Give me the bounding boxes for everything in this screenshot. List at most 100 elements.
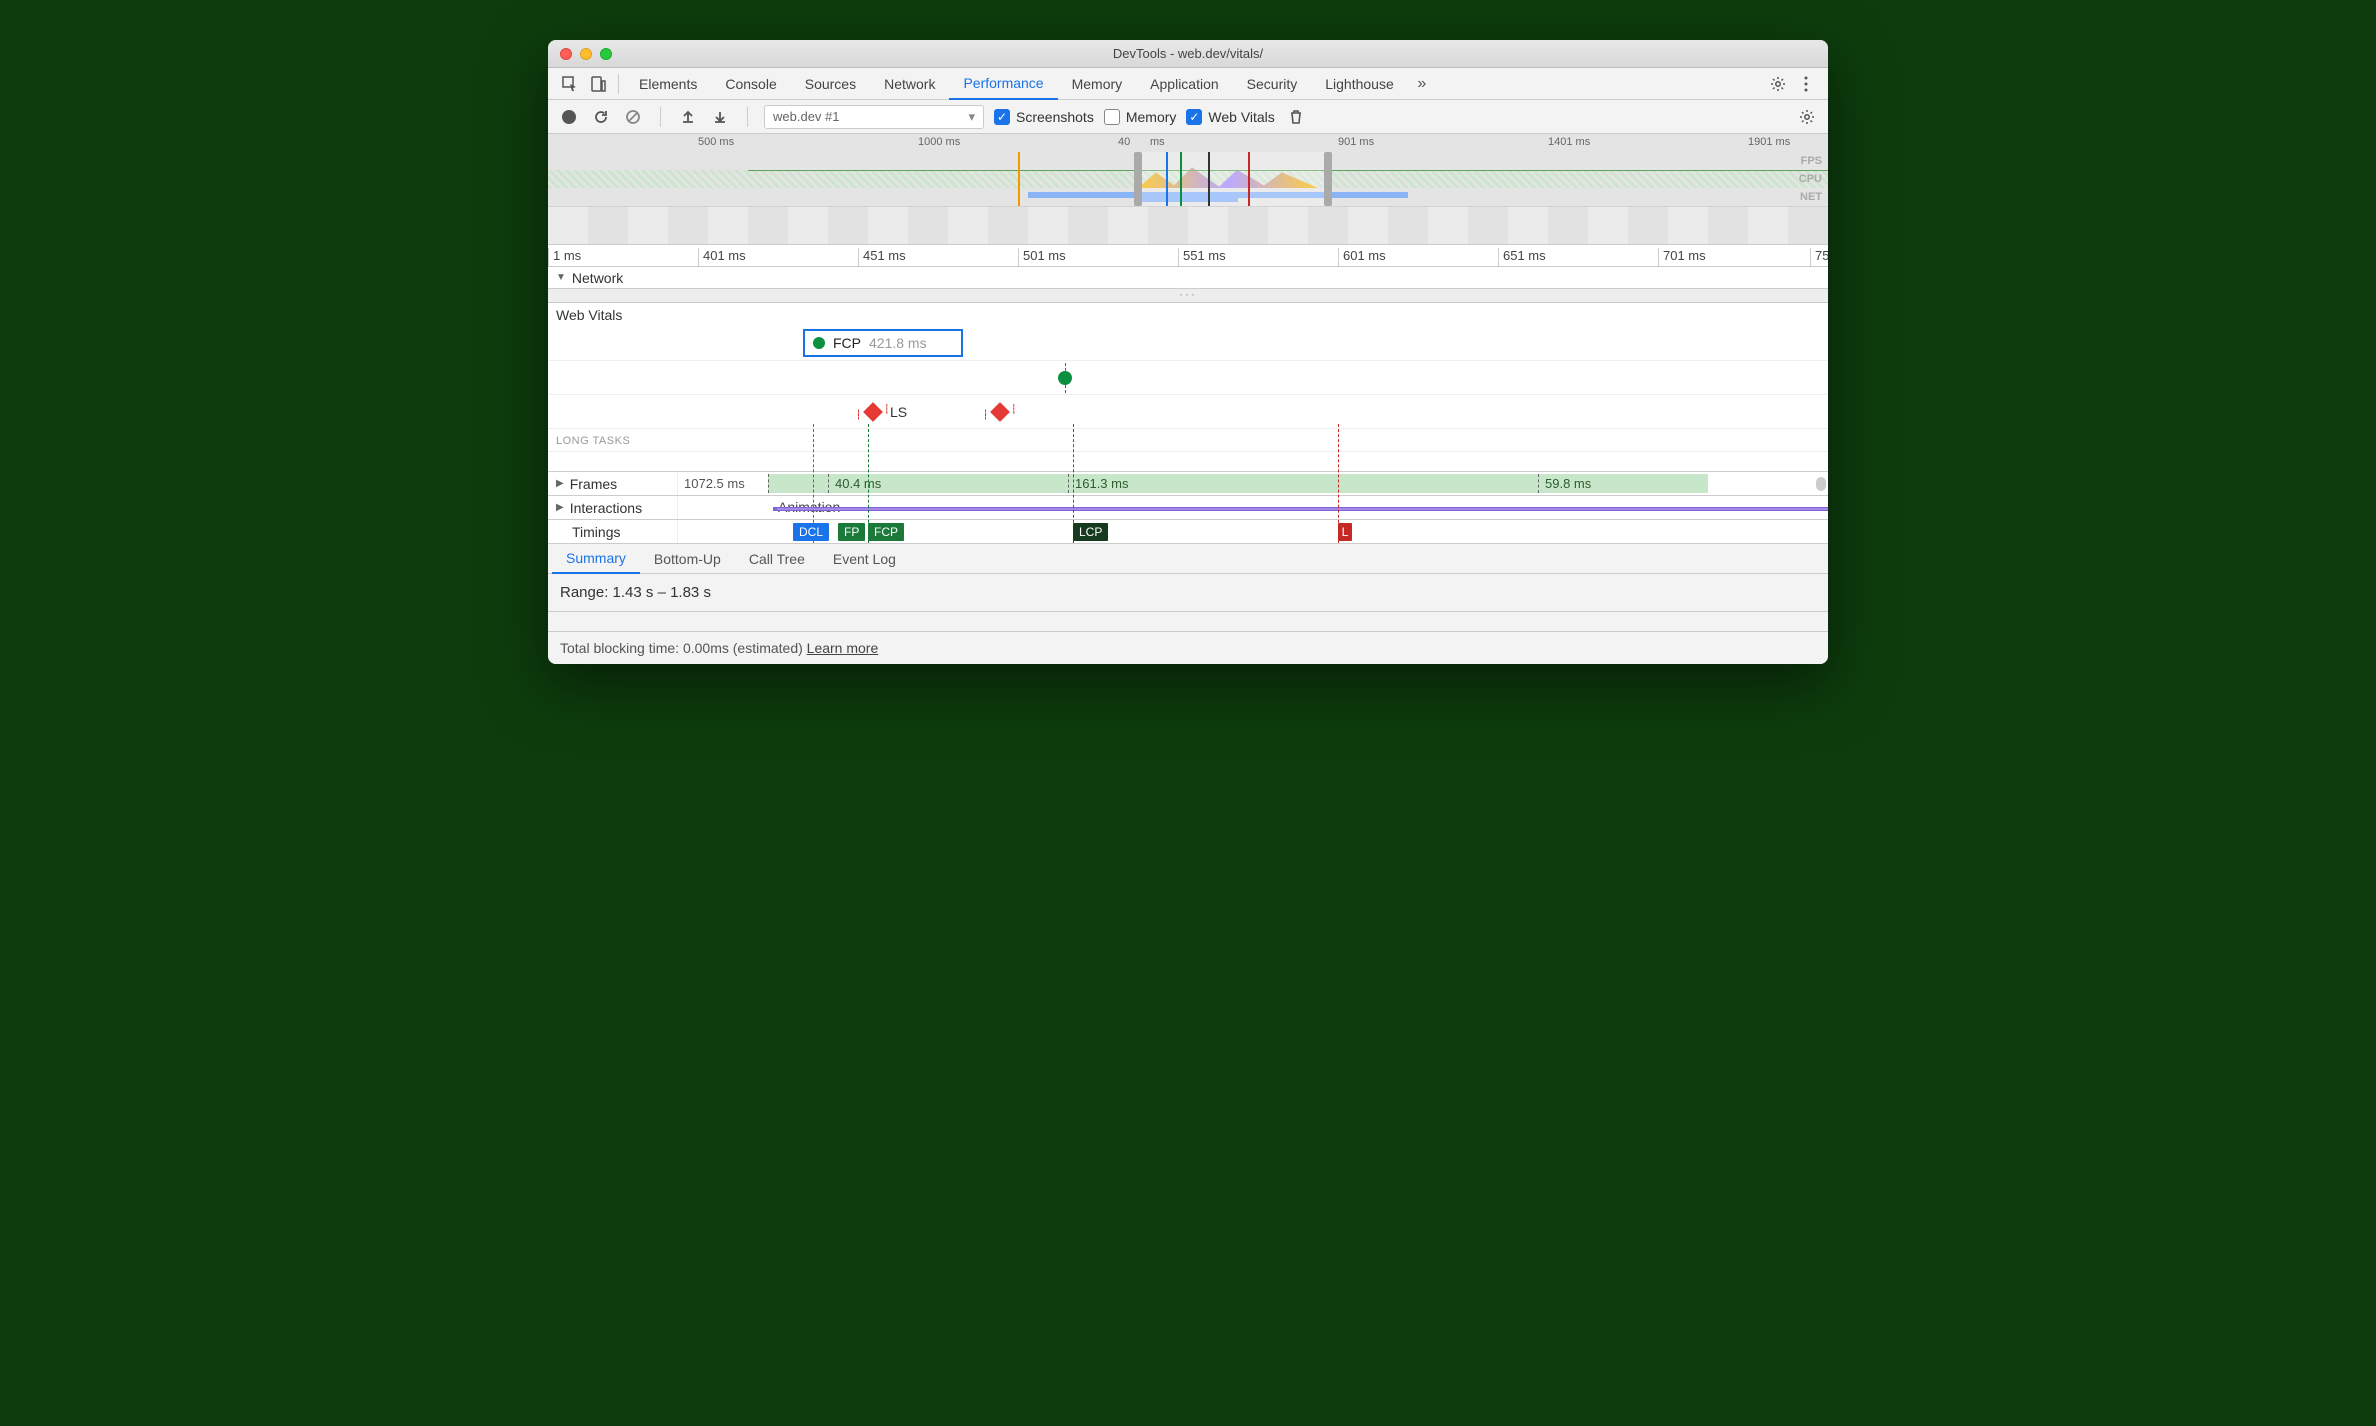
tab-summary[interactable]: Summary [552,544,640,574]
tab-application[interactable]: Application [1136,68,1233,100]
overview-tick: 1000 ms [918,136,960,148]
tab-bottom-up[interactable]: Bottom-Up [640,544,735,574]
fcp-time: 421.8 ms [869,335,927,351]
long-tasks-label: LONG TASKS [548,429,1828,451]
summary-panel: Range: 1.43 s – 1.83 s [548,574,1828,612]
frame-segment[interactable]: 59.8 ms [1538,474,1708,493]
timing-marker-lcp[interactable]: LCP [1073,523,1108,541]
frames-track: ▶ Frames 1072.5 ms 40.4 ms 161.3 ms 59.8… [548,472,1828,496]
ruler-tick: 651 ms [1498,248,1546,267]
overview-handle-left[interactable] [1134,152,1142,206]
ruler-tick: 75 [1810,248,1828,267]
layout-shift-marker[interactable] [990,402,1010,422]
network-section-toggle[interactable]: ▼ Network [548,267,1828,289]
timings-label: Timings [548,520,678,543]
frame-segment[interactable]: 1072.5 ms [678,474,768,493]
fcp-marker[interactable]: FCP 421.8 ms [803,329,963,357]
fcp-label: FCP [833,335,861,351]
disclosure-triangle-icon: ▶ [556,502,564,513]
resize-handle[interactable]: ··· [548,289,1828,303]
main-tabs: Elements Console Sources Network Perform… [548,68,1828,100]
record-button[interactable] [558,106,580,128]
overview-tick: 500 ms [698,136,734,148]
ruler-tick: 1 ms [548,248,581,267]
overview-tick: ms [1150,136,1165,148]
overview-tick: 1401 ms [1548,136,1590,148]
tab-event-log[interactable]: Event Log [819,544,910,574]
ruler-tick: 501 ms [1018,248,1066,267]
perf-toolbar: web.dev #1 ▾ Screenshots Memory Web Vita… [548,100,1828,134]
webvitals-label: Web Vitals [548,303,1828,327]
ruler-tick: 451 ms [858,248,906,267]
tab-sources[interactable]: Sources [791,68,870,100]
footer-bar: Total blocking time: 0.00ms (estimated) … [548,632,1828,664]
tab-security[interactable]: Security [1233,68,1312,100]
webvitals-checkbox[interactable]: Web Vitals [1186,109,1274,125]
titlebar: DevTools - web.dev/vitals/ [548,40,1828,68]
overview-tick: 901 ms [1338,136,1374,148]
learn-more-link[interactable]: Learn more [807,640,879,656]
ruler-tick: 401 ms [698,248,746,267]
network-label: Network [572,270,623,286]
screenshots-label: Screenshots [1016,109,1094,125]
download-profile-button[interactable] [709,106,731,128]
interactions-track: ▶ Interactions Animation [548,496,1828,520]
time-ruler[interactable]: 1 ms 401 ms 451 ms 501 ms 551 ms 601 ms … [548,245,1828,267]
webvitals-label: Web Vitals [1208,109,1274,125]
divider [747,107,748,127]
frame-segment[interactable]: 40.4 ms [828,474,1068,493]
timing-marker-fcp[interactable]: FCP [868,523,904,541]
blocking-time-text: Total blocking time: 0.00ms (estimated) [560,640,803,656]
summary-range: Range: 1.43 s – 1.83 s [560,584,1816,601]
overview-minimap[interactable]: 500 ms 1000 ms 40 ms 901 ms 1401 ms 1901… [548,134,1828,245]
tab-console[interactable]: Console [711,68,790,100]
ruler-tick: 601 ms [1338,248,1386,267]
overview-handle-right[interactable] [1324,152,1332,206]
settings-icon[interactable] [1764,70,1792,98]
devtools-window: DevTools - web.dev/vitals/ Elements Cons… [548,40,1828,664]
tab-lighthouse[interactable]: Lighthouse [1311,68,1408,100]
reload-record-button[interactable] [590,106,612,128]
layout-shift-marker[interactable] [863,402,883,422]
frames-toggle[interactable]: ▶ Frames [548,472,678,495]
clear-button[interactable] [622,106,644,128]
timings-track: Timings DCL FP FCP LCP L [548,520,1828,544]
window-title: DevTools - web.dev/vitals/ [548,46,1828,61]
interactions-toggle[interactable]: ▶ Interactions [548,496,678,519]
animation-bar[interactable] [773,507,1828,511]
trash-icon[interactable] [1285,106,1307,128]
overview-tick: 40 [1118,136,1130,148]
screenshots-checkbox[interactable]: Screenshots [994,109,1094,125]
chevron-down-icon: ▾ [968,109,975,125]
profile-select-value: web.dev #1 [773,109,840,124]
tab-elements[interactable]: Elements [625,68,711,100]
perf-settings-icon[interactable] [1796,106,1818,128]
memory-checkbox[interactable]: Memory [1104,109,1177,125]
tab-call-tree[interactable]: Call Tree [735,544,819,574]
frame-segment[interactable] [768,474,828,493]
kebab-menu-icon[interactable] [1792,70,1820,98]
timing-marker-l[interactable]: L [1338,523,1352,541]
checkbox-icon [994,109,1010,125]
inspect-element-icon[interactable] [556,70,584,98]
memory-label: Memory [1126,109,1177,125]
timing-marker-dcl[interactable]: DCL [793,523,829,541]
timing-marker-fp[interactable]: FP [838,523,865,541]
overview-filmstrip [548,206,1828,244]
disclosure-triangle-icon: ▼ [556,272,566,283]
ls-label: LS [890,404,907,420]
frame-segment[interactable]: 161.3 ms [1068,474,1538,493]
upload-profile-button[interactable] [677,106,699,128]
fcp-dot-icon [813,337,825,349]
ruler-tick: 551 ms [1178,248,1226,267]
overview-labels: FPS CPU NET [1799,152,1822,206]
vital-marker[interactable] [1058,371,1072,385]
tab-performance[interactable]: Performance [949,68,1057,100]
profile-select[interactable]: web.dev #1 ▾ [764,105,984,129]
tab-network[interactable]: Network [870,68,949,100]
tab-memory[interactable]: Memory [1058,68,1137,100]
device-toolbar-icon[interactable] [584,70,612,98]
scrollbar-thumb[interactable] [1816,477,1826,491]
more-tabs-icon[interactable]: » [1408,70,1436,98]
divider [660,107,661,127]
